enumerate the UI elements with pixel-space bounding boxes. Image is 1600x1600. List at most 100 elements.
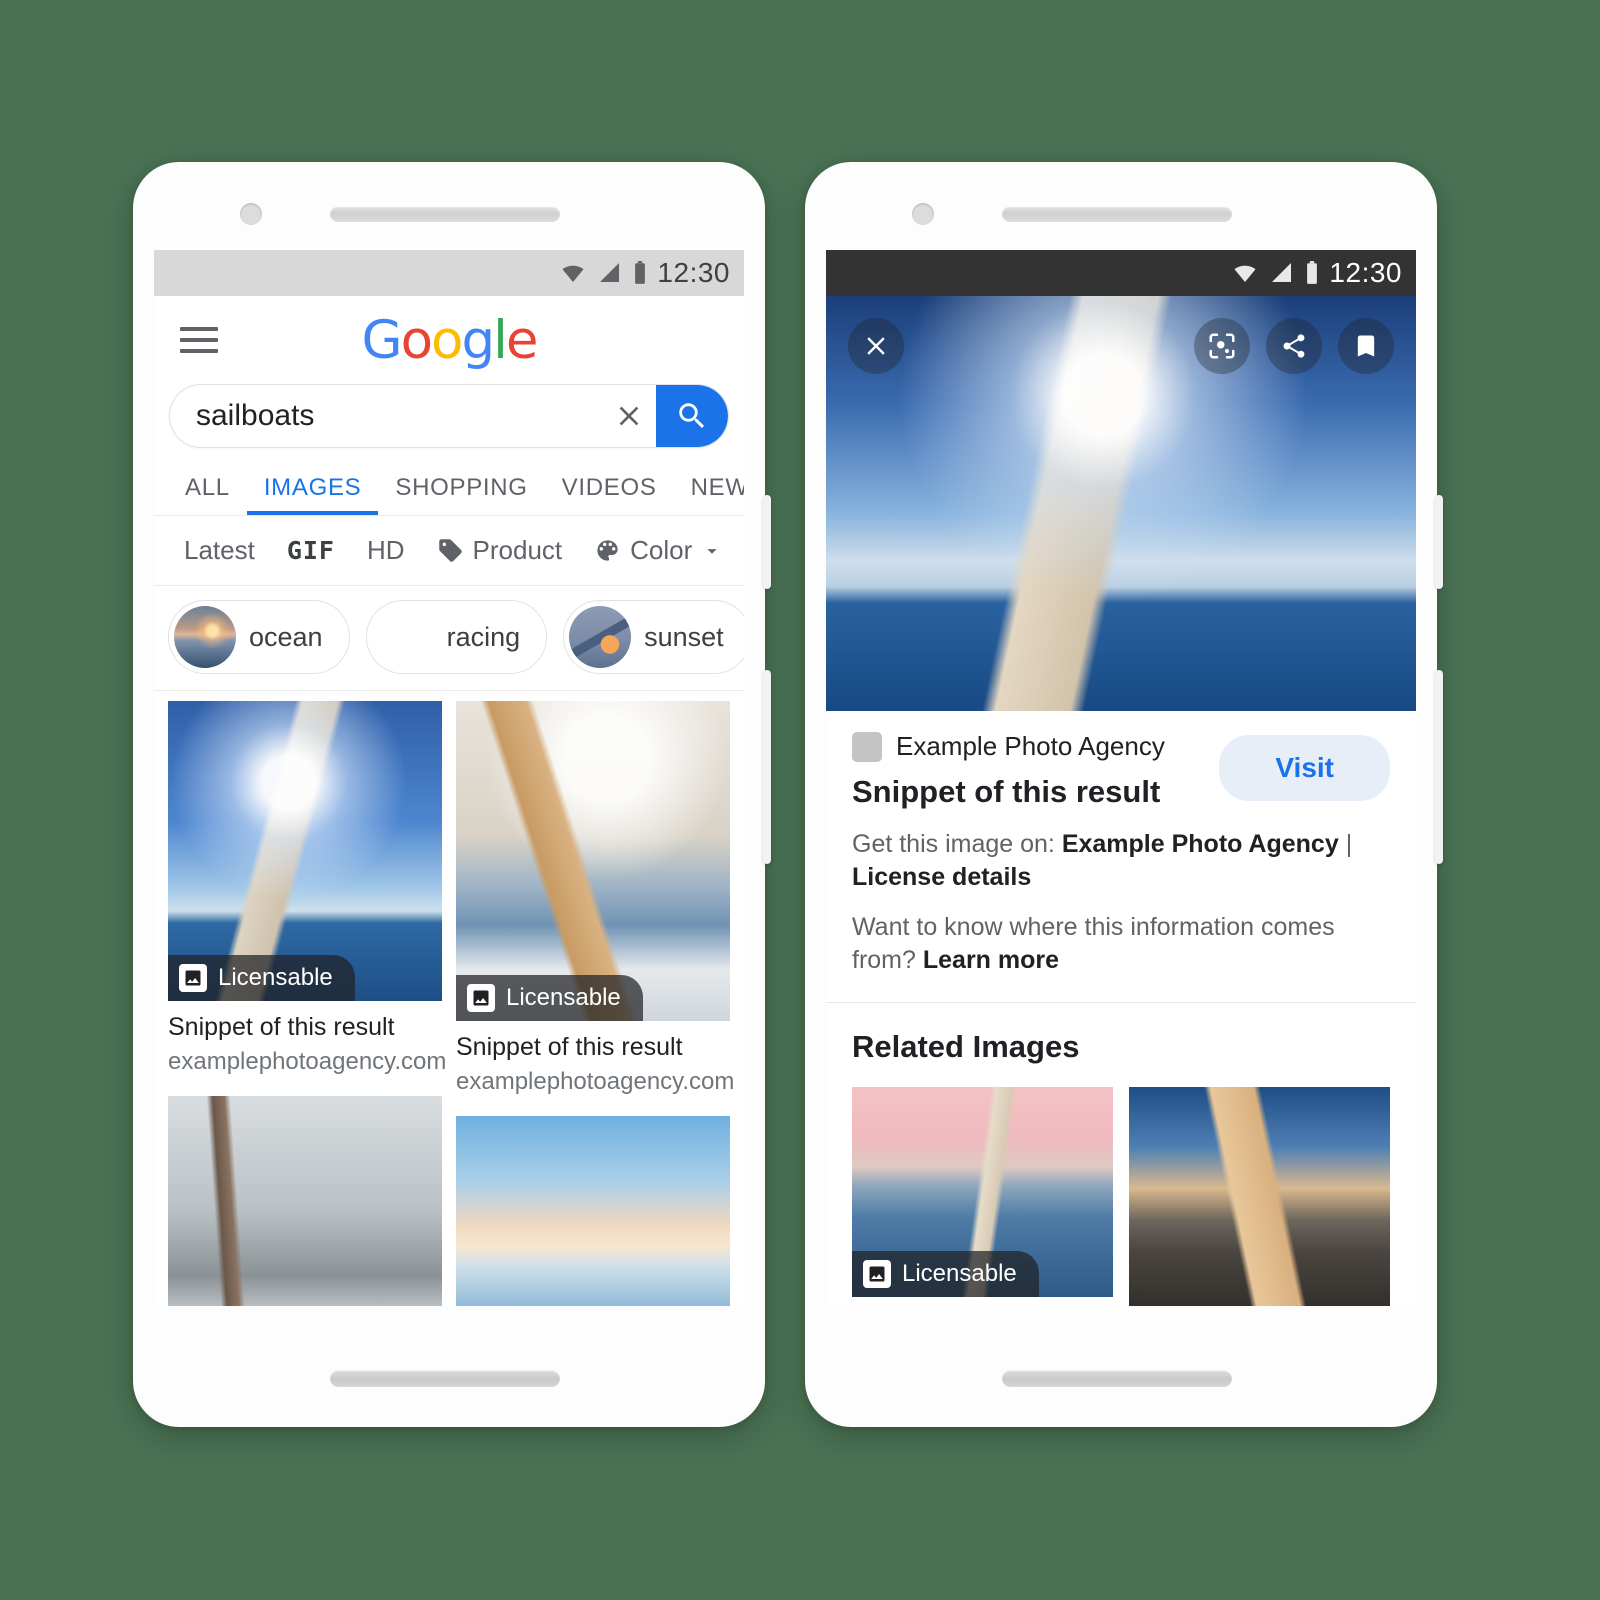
filter-latest[interactable]: Latest	[168, 535, 271, 566]
filter-product[interactable]: Product	[421, 535, 579, 566]
image-result-card[interactable]: Licensable Snippet of this result exampl…	[168, 701, 447, 1076]
phone-screen-right: 12:30 Example Photo Agency Snippet of th…	[826, 250, 1416, 1306]
licensable-badge: Licensable	[852, 1251, 1039, 1297]
related-image-card[interactable]: Snippet of this result examplehost.com	[1129, 1087, 1390, 1306]
result-thumbnail[interactable]: Licensable	[456, 701, 730, 1021]
results-column-left: Licensable Snippet of this result exampl…	[168, 701, 447, 1306]
image-result-card[interactable]: Snippet of this result examplehost.com	[168, 1096, 442, 1306]
result-host: examplephotoagency.com	[456, 1068, 735, 1096]
chip-label-ocean: ocean	[249, 621, 323, 652]
chevron-down-icon	[707, 548, 717, 554]
detail-title: Snippet of this result	[852, 774, 1161, 809]
image-viewer-hero[interactable]	[826, 296, 1416, 711]
wifi-icon	[1234, 265, 1256, 282]
related-thumbnail[interactable]	[1129, 1087, 1390, 1306]
related-column-right: Snippet of this result examplehost.com	[1129, 1087, 1390, 1306]
search-box[interactable]	[169, 384, 729, 448]
tab-shopping[interactable]: SHOPPING	[378, 474, 544, 515]
share-icon[interactable]	[1266, 318, 1322, 374]
chip-sunset[interactable]: sunset	[563, 600, 744, 674]
source-row[interactable]: Example Photo Agency	[852, 731, 1219, 762]
tab-all[interactable]: ALL	[168, 474, 247, 515]
image-result-card[interactable]: Licensable Snippet of this result exampl…	[456, 701, 735, 1096]
phone-device-search-results: 12:30 Google ALL IMAGES SHOPPING V	[133, 162, 771, 1427]
result-thumbnail[interactable]	[168, 1096, 442, 1306]
power-button[interactable]	[1435, 495, 1443, 589]
search-row	[154, 384, 744, 460]
learn-more-link[interactable]: Learn more	[923, 946, 1059, 974]
power-button[interactable]	[763, 495, 771, 589]
photo-icon	[179, 964, 207, 992]
related-image-card[interactable]: Licensable Snippet of this result exampl…	[852, 1087, 1113, 1306]
filter-hd[interactable]: HD	[351, 535, 421, 566]
licensable-badge-label: Licensable	[506, 984, 621, 1011]
bookmark-icon[interactable]	[1338, 318, 1394, 374]
chip-thumbnail-racing	[372, 606, 434, 668]
volume-button[interactable]	[763, 670, 771, 864]
photo-icon	[863, 1260, 891, 1288]
volume-button[interactable]	[1435, 670, 1443, 864]
licensable-badge-label: Licensable	[902, 1260, 1017, 1287]
related-images-section: Related Images Licensable Snippet o	[826, 1003, 1416, 1306]
image-results-grid: Licensable Snippet of this result exampl…	[154, 691, 744, 1306]
palette-icon	[597, 540, 618, 561]
earpiece-speaker	[330, 206, 560, 222]
battery-icon	[635, 261, 646, 284]
licensable-badge-label: Licensable	[218, 964, 333, 991]
search-vertical-tabs: ALL IMAGES SHOPPING VIDEOS NEWS	[154, 460, 744, 516]
battery-icon	[1307, 261, 1318, 284]
filter-latest-label: Latest	[184, 535, 255, 565]
tab-videos[interactable]: VIDEOS	[545, 474, 674, 515]
result-snippet: Snippet of this result	[456, 1033, 683, 1061]
filter-usage-rights[interactable]: Us	[739, 535, 744, 566]
source-name: Example Photo Agency	[896, 731, 1165, 761]
related-column-left: Licensable Snippet of this result exampl…	[852, 1087, 1113, 1306]
search-submit-button[interactable]	[656, 385, 728, 447]
related-thumbnail[interactable]: Licensable	[852, 1087, 1113, 1297]
google-lens-icon[interactable]	[1194, 318, 1250, 374]
chip-racing[interactable]: racing	[365, 600, 548, 674]
get-image-source-link[interactable]: Example Photo Agency	[1062, 830, 1339, 858]
results-column-right: Licensable Snippet of this result exampl…	[456, 701, 735, 1306]
result-thumbnail[interactable]: Licensable	[168, 701, 442, 1001]
image-filter-bar: Latest GIF HD Product Color Us	[154, 516, 744, 586]
visit-button[interactable]: Visit	[1219, 735, 1390, 801]
hamburger-menu-icon[interactable]	[180, 327, 218, 353]
chip-label-racing: racing	[446, 621, 521, 652]
filter-gif[interactable]: GIF	[271, 536, 351, 565]
chip-ocean[interactable]: ocean	[168, 600, 350, 674]
phone-top-bezel	[133, 162, 765, 250]
search-app-header: Google	[154, 296, 744, 384]
signal-icon	[600, 263, 620, 282]
filter-gif-label: GIF	[286, 536, 335, 565]
status-bar: 12:30	[154, 250, 744, 296]
clear-search-icon[interactable]	[602, 385, 656, 447]
photo-icon	[467, 984, 495, 1012]
result-host: examplephotoagency.com	[168, 1048, 447, 1076]
license-details-link[interactable]: License details	[852, 863, 1031, 891]
close-icon[interactable]	[848, 318, 904, 374]
result-thumbnail[interactable]	[456, 1116, 730, 1306]
front-camera-icon	[240, 203, 262, 225]
tag-icon	[438, 539, 462, 562]
front-camera-icon	[912, 203, 934, 225]
learn-more-line: Want to know where this information come…	[852, 911, 1390, 976]
detail-header-row: Example Photo Agency Snippet of this res…	[852, 731, 1390, 810]
phone-top-bezel	[805, 162, 1437, 250]
chip-thumbnail-sunset	[569, 606, 632, 668]
result-snippet: Snippet of this result	[168, 1013, 395, 1041]
licensable-badge: Licensable	[456, 975, 643, 1021]
image-result-card[interactable]: Snippet of this result examplehost.com	[456, 1116, 730, 1306]
google-logo: Google	[361, 309, 539, 371]
get-image-line: Get this image on: Example Photo Agency …	[852, 828, 1390, 893]
filter-hd-label: HD	[366, 535, 405, 565]
tab-images[interactable]: IMAGES	[247, 474, 379, 515]
status-bar-time: 12:30	[657, 257, 730, 288]
search-input[interactable]	[170, 399, 602, 433]
related-images-heading: Related Images	[852, 1029, 1080, 1064]
tab-news[interactable]: NEWS	[674, 474, 744, 515]
earpiece-speaker	[1002, 206, 1232, 222]
filter-color-label: Color	[630, 535, 693, 565]
wifi-icon	[562, 265, 584, 282]
filter-color[interactable]: Color	[578, 535, 739, 566]
